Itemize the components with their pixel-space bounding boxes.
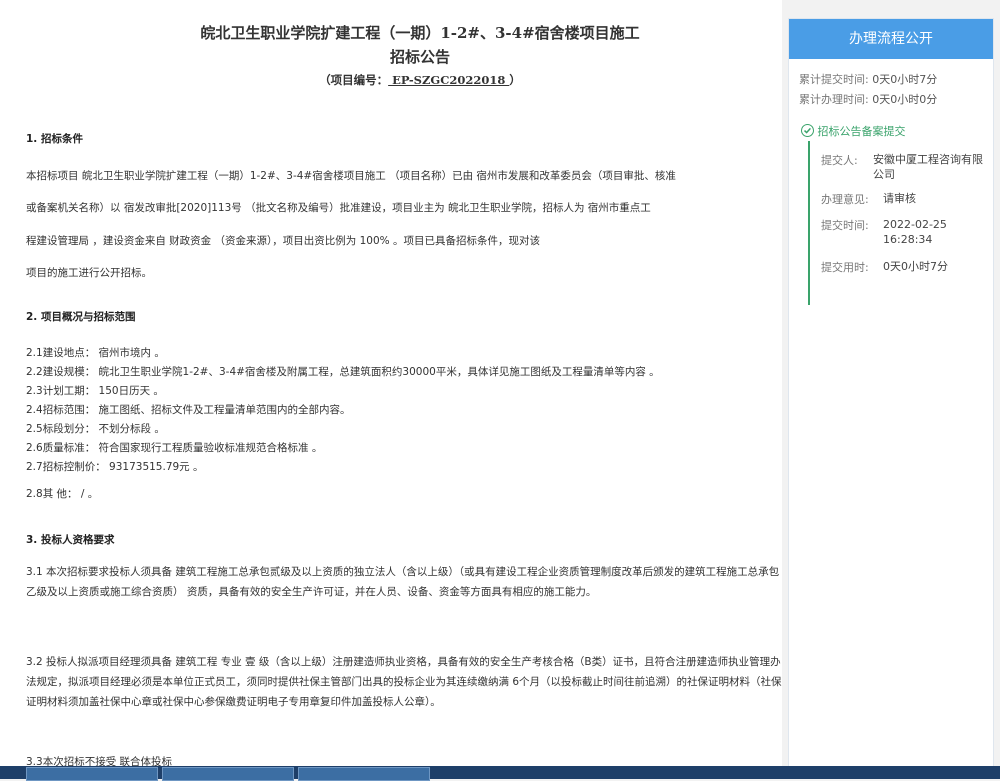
cum-handle-value: 0天0小时0分 (872, 93, 938, 106)
cum-submit-value: 0天0小时7分 (872, 73, 938, 86)
section-2-item: 2.1建设地点： 宿州市境内 。 (26, 347, 165, 359)
section-1-line4: 项目的施工进行公开招标。 (26, 267, 152, 279)
opinion-value: 请审核 (883, 192, 916, 205)
section-2-item: 2.8其 他： / 。 (26, 488, 99, 500)
document-area: 皖北卫生职业学院扩建工程（一期）1-2#、3-4#宿舍楼项目施工 招标公告 （项… (0, 0, 782, 766)
timeline-line (808, 141, 810, 305)
submitter-label: 提交人: (821, 154, 858, 167)
section-3-heading: 3. 投标人资格要求 (26, 534, 115, 546)
step-title: 招标公告备案提交 (817, 125, 906, 138)
process-panel: 办理流程公开 累计提交时间: 0天0小时7分 累计办理时间: 0天0小时0分 招… (788, 18, 994, 768)
submit-use-label: 提交用时: (821, 261, 869, 274)
panel-header: 办理流程公开 (789, 19, 993, 59)
project-number-value: EP-SZGC2022018 (388, 73, 510, 87)
check-circle-icon (801, 124, 814, 137)
submitter-row: 提交人: 安徽中厦工程咨询有限公司 (821, 152, 983, 181)
doc-title-line2: 招标公告 (389, 48, 450, 66)
section-2-item: 2.5标段划分： 不划分标段 。 (26, 423, 165, 435)
cumulative-handle-time: 累计办理时间: 0天0小时0分 (799, 91, 937, 107)
submitter-value: 安徽中厦工程咨询有限公司 (873, 153, 983, 181)
submit-time-value: 2022-02-25 16:28:34 (883, 218, 947, 246)
project-number-end: ） (509, 73, 521, 87)
taskbar (0, 766, 1000, 781)
section-2-item: 2.6质量标准： 符合国家现行工程质量验收标准规范合格标准 。 (26, 442, 323, 454)
opinion-label: 办理意见: (821, 193, 869, 206)
section-2-item: 2.7招标控制价： 93173515.79元 。 (26, 461, 204, 473)
section-1-line1: 本招标项目 皖北卫生职业学院扩建工程（一期）1-2#、3-4#宿舍楼项目施工 （… (26, 170, 676, 182)
project-number-label: （项目编号： (319, 73, 389, 87)
submit-duration-row: 提交用时: 0天0小时7分 (821, 259, 948, 275)
section-3-para2: 3.2 投标人拟派项目经理须具备 建筑工程 专业 壹 级（含以上级）注册建造师执… (26, 656, 782, 708)
doc-title-line1: 皖北卫生职业学院扩建工程（一期）1-2#、3-4#宿舍楼项目施工 (200, 24, 640, 42)
cumulative-submit-time: 累计提交时间: 0天0小时7分 (799, 71, 937, 87)
project-number: （项目编号： EP-SZGC2022018 ） (0, 72, 782, 88)
section-3-para3-partial: 3.3本次招标不接受 联合体投标 (26, 756, 173, 766)
cum-submit-label: 累计提交时间: (799, 73, 869, 86)
section-2-item: 2.3计划工期： 150日历天 。 (26, 385, 164, 397)
section-2-heading: 2. 项目概况与招标范围 (26, 311, 136, 323)
submit-time-label: 提交时间: (821, 219, 869, 232)
section-1-line2: 或备案机关名称）以 宿发改审批[2020]113号 （批文名称及编号）批准建设，… (26, 202, 651, 214)
section-2-item: 2.2建设规模： 皖北卫生职业学院1-2#、3-4#宿舍楼及附属工程，总建筑面积… (26, 366, 660, 378)
opinion-row: 办理意见: 请审核 (821, 191, 916, 207)
submit-use-value: 0天0小时7分 (883, 260, 948, 273)
section-2-item: 2.4招标范围： 施工图纸、招标文件及工程量清单范围内的全部内容。 (26, 404, 351, 416)
section-1-line3: 程建设管理局 ，建设资金来自 财政资金 （资金来源），项目出资比例为 100% … (26, 235, 540, 247)
step-item[interactable]: 招标公告备案提交 (801, 123, 906, 139)
submit-time-row: 提交时间: 2022-02-25 16:28:34 (821, 217, 947, 246)
section-3-para1: 3.1 本次招标要求投标人须具备 建筑工程施工总承包贰级及以上资质的独立法人（含… (26, 566, 780, 598)
cum-handle-label: 累计办理时间: (799, 93, 869, 106)
section-1-heading: 1. 招标条件 (26, 133, 83, 145)
